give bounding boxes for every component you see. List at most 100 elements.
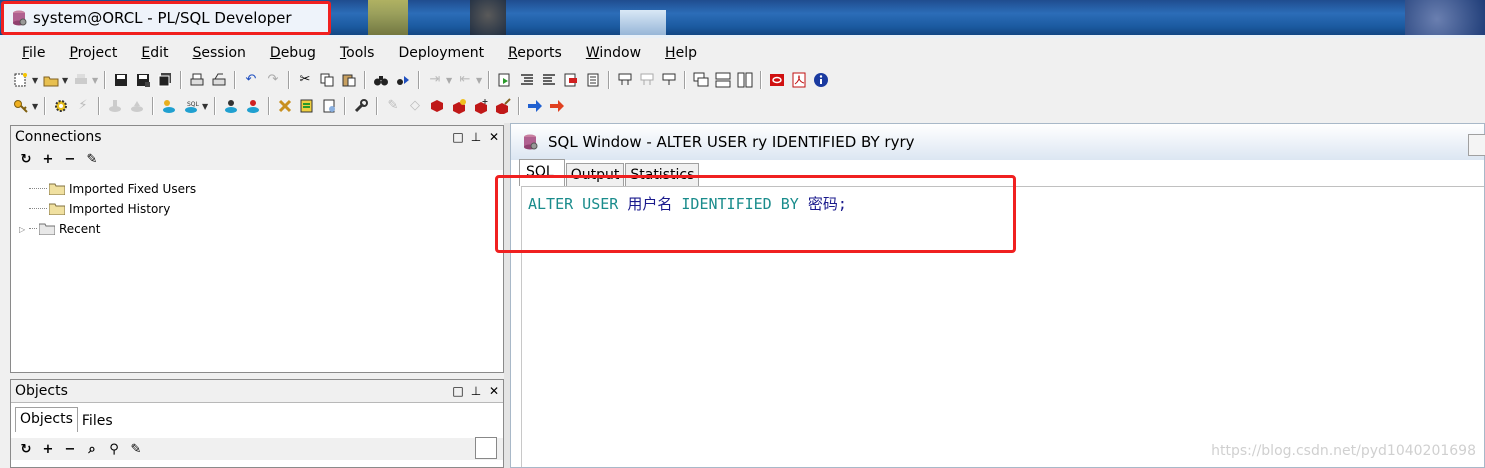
desktop-background [368,0,408,38]
undo-icon[interactable]: ↶ [242,71,260,89]
unindent-disabled-icon: ⇤ [459,72,471,87]
refresh-icon[interactable]: ↻ [15,442,37,457]
chevron-down-icon[interactable]: ▼ [32,102,40,111]
logon-key-icon[interactable] [12,97,30,115]
red-cube-edit-icon[interactable] [494,97,512,115]
remove-icon[interactable]: − [59,442,81,457]
close-icon[interactable]: ✕ [485,384,503,398]
tools-icon[interactable] [276,97,294,115]
red-cube-add-icon[interactable] [472,97,490,115]
connections-title: Connections [15,129,102,145]
compile-disabled-icon: ⚡ [78,98,88,113]
commit-disabled-icon [106,97,124,115]
remove-icon[interactable]: − [59,152,81,167]
print-icon[interactable] [188,71,206,89]
tab-files[interactable]: Files [78,410,117,432]
menu-window[interactable]: Window [570,41,649,65]
chevron-down-icon[interactable]: ▼ [202,102,210,111]
query-builder-icon[interactable] [616,71,634,89]
connections-tree: Imported Fixed Users Imported History ▷ … [19,179,196,239]
comment-icon[interactable] [518,71,536,89]
objects-options-box[interactable] [475,437,497,459]
svg-text:SQL: SQL [187,101,199,108]
float-panel-icon[interactable]: □ [449,130,467,144]
menu-edit[interactable]: Edit [125,41,176,65]
database-icon[interactable] [160,97,178,115]
tab-objects[interactable]: Objects [15,407,78,432]
red-yellow-cube-icon[interactable] [450,97,468,115]
tile-horizontal-icon[interactable] [714,71,732,89]
toolbar-separator [152,97,154,115]
toolbar-separator [104,71,106,89]
table-icon[interactable] [660,71,678,89]
add-icon[interactable]: + [37,152,59,167]
copy-icon[interactable] [318,71,336,89]
menu-help[interactable]: Help [649,41,705,65]
compile-gear-icon[interactable] [52,97,70,115]
info-icon[interactable] [812,71,830,89]
cut-icon[interactable]: ✂ [296,71,314,89]
wrench-icon[interactable] [352,97,370,115]
plsql-developer-icon [10,9,28,27]
filter-icon[interactable]: ⚲ [103,442,125,457]
chevron-down-icon[interactable]: ▼ [62,76,70,85]
edit-icon[interactable]: ✎ [81,152,103,167]
tile-vertical-icon[interactable] [736,71,754,89]
beautifier-icon[interactable] [298,97,316,115]
document-icon[interactable] [320,97,338,115]
menu-bar: File Project Edit Session Debug Tools De… [0,41,1485,65]
toolbar-separator [518,97,520,115]
find-icon[interactable] [372,71,390,89]
paste-icon[interactable] [340,71,358,89]
menu-session[interactable]: Session [176,41,253,65]
pin-icon[interactable]: ⊥ [467,384,485,398]
menu-file[interactable]: File [6,41,53,65]
arrow-right-blue-icon[interactable] [526,97,544,115]
expand-arrow-icon[interactable]: ▷ [19,225,29,234]
pin-icon[interactable]: ⊥ [467,130,485,144]
print-setup-icon[interactable] [210,71,228,89]
menu-deployment[interactable]: Deployment [382,41,492,65]
menu-tools[interactable]: Tools [324,41,383,65]
save-as-icon[interactable] [134,71,152,89]
find-next-icon[interactable] [394,71,412,89]
tree-item-label: Imported History [69,202,171,216]
break-icon[interactable] [562,71,580,89]
sql-database-icon[interactable]: SQL [182,97,200,115]
save-icon[interactable] [112,71,130,89]
session-kill-icon[interactable] [244,97,262,115]
chevron-down-icon[interactable]: ▼ [32,76,40,85]
add-icon[interactable]: + [37,442,59,457]
arrow-right-red-icon[interactable] [548,97,566,115]
new-icon[interactable] [12,71,30,89]
panel-controls: □ ⊥ ✕ [449,130,503,144]
save-all-icon[interactable] [156,71,174,89]
window-button[interactable] [1468,134,1485,156]
find-icon[interactable]: ⌕ [81,442,103,457]
tree-item-imported-history[interactable]: Imported History [19,199,196,219]
cascade-windows-icon[interactable] [692,71,710,89]
menu-project[interactable]: Project [53,41,125,65]
float-panel-icon[interactable]: □ [449,384,467,398]
open-folder-icon[interactable] [42,71,60,89]
rollback-disabled-icon [128,97,146,115]
oracle-icon[interactable] [768,71,786,89]
connections-header: Connections □ ⊥ ✕ [11,126,503,149]
execute-icon[interactable] [496,71,514,89]
refresh-icon[interactable]: ↻ [15,152,37,167]
tree-item-recent[interactable]: ▷ Recent [19,219,196,239]
toolbar-separator [344,97,346,115]
toolbar-separator [234,71,236,89]
tree-item-imported-fixed-users[interactable]: Imported Fixed Users [19,179,196,199]
session-icon[interactable] [222,97,240,115]
explain-plan-icon[interactable] [584,71,602,89]
pdf-icon[interactable] [790,71,808,89]
menu-debug[interactable]: Debug [254,41,324,65]
uncomment-icon[interactable] [540,71,558,89]
connections-panel: Connections □ ⊥ ✕ ↻ + − ✎ Imported Fixed… [10,125,504,373]
close-icon[interactable]: ✕ [485,130,503,144]
edit-icon[interactable]: ✎ [125,442,147,457]
menu-reports[interactable]: Reports [492,41,570,65]
red-cube-icon[interactable] [428,97,446,115]
toolbar-separator [418,71,420,89]
